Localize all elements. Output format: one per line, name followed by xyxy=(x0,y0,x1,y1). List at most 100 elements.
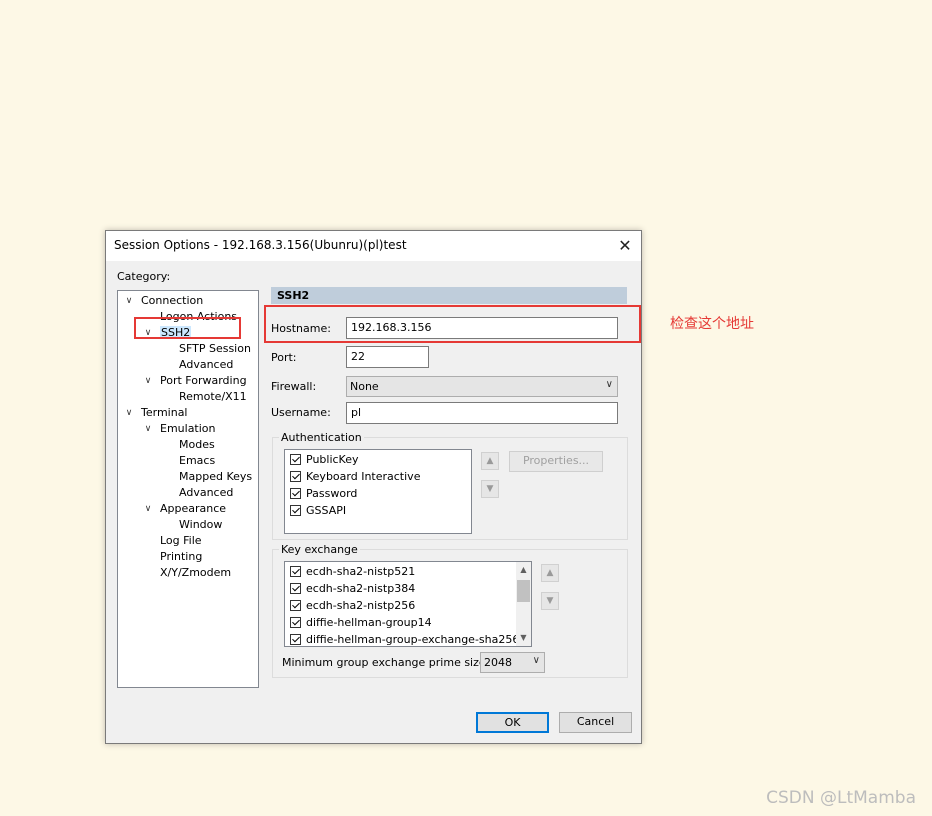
list-item-label: ecdh-sha2-nistp256 xyxy=(306,599,416,612)
tree-item-label: Appearance xyxy=(160,502,227,515)
checkbox[interactable] xyxy=(290,454,301,465)
tree-item-label: Modes xyxy=(179,438,215,451)
checkbox[interactable] xyxy=(290,600,301,611)
list-item[interactable]: diffie-hellman-group14 xyxy=(290,616,432,633)
list-item[interactable]: PublicKey xyxy=(290,453,359,470)
list-item[interactable]: ecdh-sha2-nistp521 xyxy=(290,565,415,582)
watermark: CSDN @LtMamba xyxy=(766,788,916,808)
tree-item[interactable]: Remote/X11 xyxy=(162,390,247,404)
list-item[interactable]: Keyboard Interactive xyxy=(290,470,420,487)
checkbox[interactable] xyxy=(290,634,301,645)
list-item[interactable]: diffie-hellman-group-exchange-sha256 xyxy=(290,633,520,646)
tree-item-label: Emulation xyxy=(160,422,216,435)
close-icon[interactable]: ✕ xyxy=(613,234,637,258)
tree-item-label: Terminal xyxy=(141,406,188,419)
annotation-text: 检查这个地址 xyxy=(670,316,754,332)
tree-item[interactable]: ∨ Emulation xyxy=(143,422,216,436)
list-item-label: PublicKey xyxy=(306,453,359,466)
annotation-box-ssh2 xyxy=(134,317,241,339)
tree-item[interactable]: ∨ Terminal xyxy=(124,406,188,420)
checkbox[interactable] xyxy=(290,471,301,482)
scroll-down-icon[interactable]: ▼ xyxy=(516,630,531,646)
kex-scrollbar[interactable]: ▲ ▼ xyxy=(516,562,531,646)
annotation-box-hostname xyxy=(264,305,641,343)
list-item-label: ecdh-sha2-nistp384 xyxy=(306,582,416,595)
min-prime-value: 2048 xyxy=(484,656,512,669)
panel-header: SSH2 xyxy=(271,287,627,304)
cancel-button[interactable]: Cancel xyxy=(559,712,632,733)
tree-item-label: Window xyxy=(179,518,223,531)
panel-header-title: SSH2 xyxy=(277,289,310,302)
checkbox[interactable] xyxy=(290,505,301,516)
chevron-down-icon[interactable]: ∨ xyxy=(143,502,153,516)
min-prime-select[interactable]: 2048 ∨ xyxy=(480,652,545,673)
list-item-label: Keyboard Interactive xyxy=(306,470,421,483)
username-input[interactable]: pl xyxy=(346,402,618,424)
tree-item-label: Mapped Keys xyxy=(179,470,253,483)
tree-item-label: Advanced xyxy=(179,486,234,499)
tree-item[interactable]: Log File xyxy=(143,534,202,548)
firewall-select[interactable]: None ∨ xyxy=(346,376,618,397)
chevron-down-icon[interactable]: ∨ xyxy=(143,374,153,388)
scroll-up-icon[interactable]: ▲ xyxy=(516,562,531,578)
arrow-up-icon[interactable]: ▲ xyxy=(481,452,499,470)
scroll-thumb[interactable] xyxy=(517,580,530,602)
list-item[interactable]: Password xyxy=(290,487,357,504)
list-item[interactable]: ecdh-sha2-nistp384 xyxy=(290,582,415,599)
port-input[interactable]: 22 xyxy=(346,346,429,368)
properties-button[interactable]: Properties... xyxy=(509,451,603,472)
list-item-label: diffie-hellman-group-exchange-sha256 xyxy=(306,633,520,646)
tree-item-label: Log File xyxy=(160,534,202,547)
tree-item[interactable]: Advanced xyxy=(162,358,233,372)
tree-item-label: SFTP Session xyxy=(179,342,251,355)
tree-item[interactable]: ∨ Connection xyxy=(124,294,204,308)
title-bar: Session Options - 192.168.3.156(Ubunru)(… xyxy=(106,231,641,261)
chevron-down-icon: ∨ xyxy=(605,379,613,390)
list-item[interactable]: GSSAPI xyxy=(290,504,346,521)
key-exchange-list[interactable]: diffie-hellman-group-exchange-sha256 diff… xyxy=(284,561,532,647)
tree-item-label: Emacs xyxy=(179,454,216,467)
checkbox[interactable] xyxy=(290,566,301,577)
tree-item[interactable]: ∨ Appearance xyxy=(143,502,226,516)
tree-item-label: X/Y/Zmodem xyxy=(160,566,232,579)
username-label: Username: xyxy=(271,406,331,419)
list-item-label: diffie-hellman-group14 xyxy=(306,616,432,629)
chevron-down-icon[interactable]: ∨ xyxy=(124,406,134,420)
tree-item[interactable]: Modes xyxy=(162,438,215,452)
arrow-up-icon[interactable]: ▲ xyxy=(541,564,559,582)
list-item-label: Password xyxy=(306,487,358,500)
list-item-label: ecdh-sha2-nistp521 xyxy=(306,565,416,578)
tree-item-label: Remote/X11 xyxy=(179,390,247,403)
chevron-down-icon[interactable]: ∨ xyxy=(124,294,134,308)
key-exchange-group: Key exchange diffie-hellman-group-exchan… xyxy=(272,543,628,678)
authentication-title: Authentication xyxy=(279,431,364,444)
key-exchange-title: Key exchange xyxy=(279,543,360,556)
tree-item[interactable]: Printing xyxy=(143,550,202,564)
tree-item[interactable]: Mapped Keys xyxy=(162,470,252,484)
chevron-down-icon: ∨ xyxy=(532,655,540,666)
arrow-down-icon[interactable]: ▼ xyxy=(541,592,559,610)
chevron-down-icon[interactable]: ∨ xyxy=(143,422,153,436)
arrow-down-icon[interactable]: ▼ xyxy=(481,480,499,498)
list-item[interactable]: ecdh-sha2-nistp256 xyxy=(290,599,415,616)
tree-item-label: Connection xyxy=(141,294,204,307)
dialog-title: Session Options - 192.168.3.156(Ubunru)(… xyxy=(114,238,407,252)
tree-item[interactable]: X/Y/Zmodem xyxy=(143,566,231,580)
tree-item[interactable]: Advanced xyxy=(162,486,233,500)
ok-button[interactable]: OK xyxy=(476,712,549,733)
tree-item[interactable]: SFTP Session xyxy=(162,342,251,356)
tree-item-label: Port Forwarding xyxy=(160,374,247,387)
tree-item[interactable]: ∨ Port Forwarding xyxy=(143,374,247,388)
tree-item-label: Advanced xyxy=(179,358,234,371)
tree-item-label: Printing xyxy=(160,550,203,563)
checkbox[interactable] xyxy=(290,583,301,594)
tree-item[interactable]: Emacs xyxy=(162,454,215,468)
tree-item[interactable]: Window xyxy=(162,518,222,532)
checkbox[interactable] xyxy=(290,617,301,628)
authentication-list[interactable]: GSSAPI Password Keyboard Interactive Public… xyxy=(284,449,472,534)
category-tree[interactable]: ∨ Connection Logon Actions ∨ SSH2 SFTP Sessio… xyxy=(117,290,259,688)
authentication-group: Authentication GSSAPI Password Keyboard In… xyxy=(272,431,628,540)
checkbox[interactable] xyxy=(290,488,301,499)
list-item-label: GSSAPI xyxy=(306,504,347,517)
firewall-label: Firewall: xyxy=(271,380,317,393)
